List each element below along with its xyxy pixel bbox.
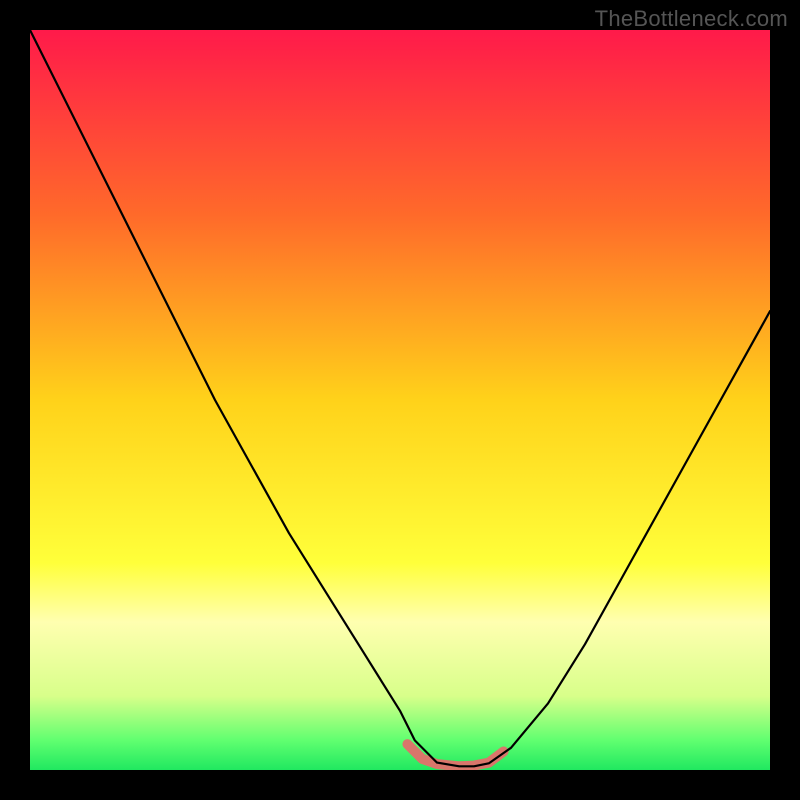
watermark-label: TheBottleneck.com — [595, 6, 788, 32]
curve-overlay — [30, 30, 770, 770]
bottleneck-chart: TheBottleneck.com — [0, 0, 800, 800]
plot-area — [30, 30, 770, 770]
bottleneck-curve-line — [30, 30, 770, 766]
